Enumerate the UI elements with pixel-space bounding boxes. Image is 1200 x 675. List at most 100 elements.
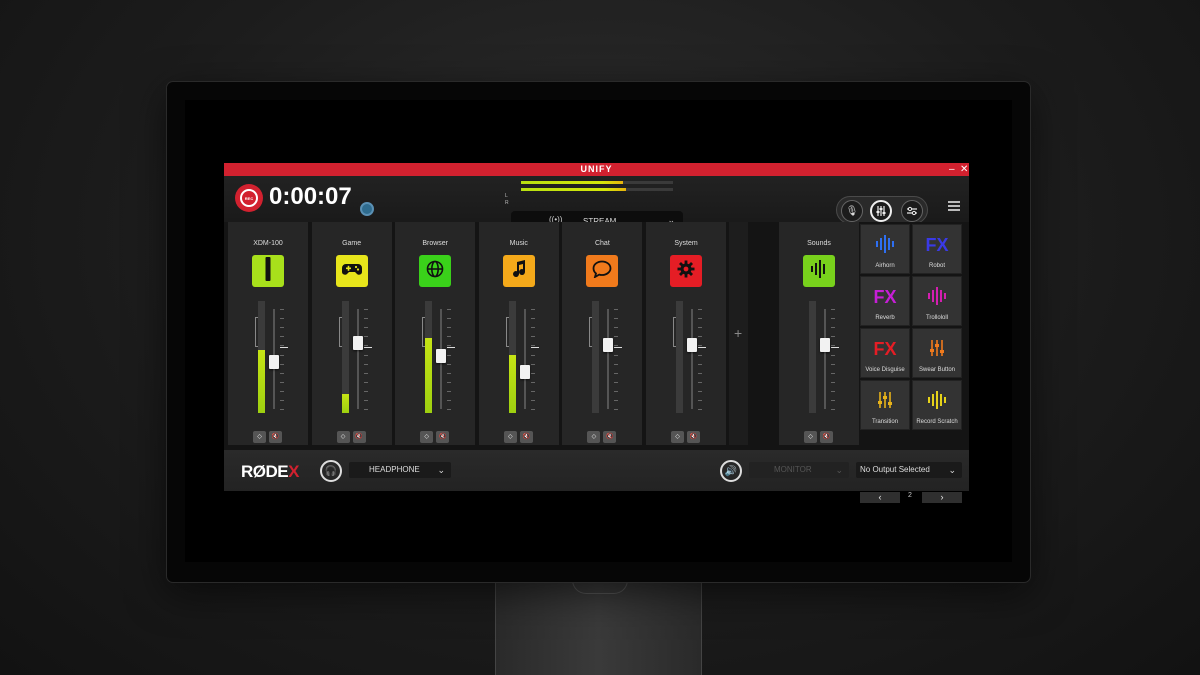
record-button[interactable]: REC	[235, 184, 263, 212]
title-bar: UNIFY – ✕	[224, 163, 969, 176]
mic-view-button[interactable]: 🎙	[841, 200, 863, 222]
channel-tag-button[interactable]: ◇	[587, 431, 601, 443]
channel-vu-meter	[508, 301, 516, 413]
settings-view-button[interactable]	[901, 200, 923, 222]
channel-fader-track[interactable]	[356, 309, 359, 409]
fader-scale	[363, 309, 370, 410]
add-channel-button[interactable]: +	[734, 325, 742, 341]
channel-source-button[interactable]	[586, 255, 619, 287]
fx-icon: FX	[873, 339, 897, 359]
headphone-mix-label: HEADPHONE	[369, 465, 420, 474]
channel-fader-area	[779, 301, 859, 413]
tag-icon: ◇	[675, 434, 680, 440]
channel-fader-knob[interactable]	[603, 338, 614, 352]
channel-source-button[interactable]	[335, 255, 368, 287]
sound-pad[interactable]: Trollololl	[912, 276, 962, 326]
fader-scale	[530, 309, 537, 410]
channel-source-button[interactable]	[419, 255, 452, 287]
status-dot-icon[interactable]	[360, 202, 374, 216]
channel-mute-button[interactable]: 🔇	[269, 431, 282, 443]
sound-pad[interactable]: Record Scratch	[912, 380, 962, 430]
channel-vu-meter	[425, 301, 433, 413]
output-meter-right	[521, 188, 673, 191]
tag-icon: ◇	[507, 434, 513, 440]
pad-icon-wrap: FX	[913, 235, 961, 256]
headphone-icon: 🎧	[324, 465, 338, 477]
channel-mute-button[interactable]: 🔇	[820, 431, 833, 443]
sound-pad[interactable]: FX Reverb	[860, 276, 910, 326]
channel-fader-knob[interactable]	[687, 338, 697, 352]
channel-fader-knob[interactable]	[269, 355, 279, 369]
channel-buttons: ◇ 🔇	[503, 425, 536, 443]
menu-button[interactable]	[948, 201, 960, 213]
tag-icon: ◇	[808, 434, 813, 440]
unity-mark	[530, 347, 539, 348]
pad-icon-wrap	[861, 235, 909, 258]
pad-page-number: 2	[908, 492, 912, 499]
channel-mute-button[interactable]: 🔇	[603, 431, 617, 443]
channel-strip-3: Music ◇ 🔇	[478, 222, 559, 445]
channel-source-button[interactable]	[670, 255, 702, 287]
fader-scale	[614, 309, 620, 410]
channel-tag-button[interactable]: ◇	[671, 431, 684, 443]
pad-icon-wrap	[913, 339, 961, 362]
tag-icon: ◇	[424, 434, 429, 440]
channel-fader-knob[interactable]	[436, 349, 447, 363]
channel-vu-meter	[592, 301, 600, 413]
tag-icon: ◇	[591, 434, 597, 440]
channel-tag-button[interactable]: ◇	[336, 431, 350, 443]
channel-mute-button[interactable]: 🔇	[687, 431, 700, 443]
channel-fader-knob[interactable]	[352, 336, 363, 350]
channel-strip-1: Game ◇ 🔇	[311, 222, 392, 445]
channel-vu-fill	[508, 355, 516, 413]
pad-prev-page-button[interactable]: ‹	[860, 492, 900, 503]
sound-pad[interactable]: Swear Button	[912, 328, 962, 378]
fader-scale	[831, 309, 837, 410]
fader-scale	[447, 309, 453, 410]
channel-fader-track[interactable]	[607, 309, 610, 409]
channel-fader-area	[646, 301, 726, 413]
headphone-mix-dropdown[interactable]: HEADPHONE ⌄	[349, 462, 451, 478]
channel-tag-button[interactable]: ◇	[804, 431, 817, 443]
monitor-output-dropdown[interactable]: No Output Selected ⌄	[856, 462, 962, 478]
pad-label: Airhorn	[875, 263, 895, 269]
sound-pad[interactable]: Transition	[860, 380, 910, 430]
monitor-mix-dropdown[interactable]: MONITOR ⌄	[749, 462, 849, 478]
mute-icon: 🔇	[438, 434, 447, 440]
sound-pad[interactable]: FX Voice Disguise	[860, 328, 910, 378]
channel-mute-button[interactable]: 🔇	[352, 431, 366, 443]
pad-next-page-button[interactable]: ›	[922, 492, 962, 503]
channel-mute-button[interactable]: 🔇	[519, 431, 533, 443]
channel-fader-track[interactable]	[691, 309, 693, 409]
pad-icon-wrap	[913, 391, 961, 414]
channel-fader-knob[interactable]	[820, 338, 830, 352]
channel-tag-button[interactable]: ◇	[420, 431, 434, 443]
unity-mark	[363, 347, 372, 348]
channel-buttons: ◇ 🔇	[420, 425, 452, 443]
channel-tag-button[interactable]: ◇	[253, 431, 266, 443]
close-button[interactable]: ✕	[960, 163, 968, 176]
pad-icon-wrap: FX	[861, 339, 909, 360]
channel-fader-area	[562, 301, 642, 413]
channel-source-button[interactable]	[252, 255, 284, 287]
channel-fader-knob[interactable]	[519, 365, 530, 379]
channel-source-button[interactable]	[803, 255, 835, 287]
speaker-mute-button[interactable]: 🔊	[720, 460, 742, 482]
sound-pad[interactable]: Airhorn	[860, 224, 910, 274]
channel-tag-button[interactable]: ◇	[503, 431, 517, 443]
minimize-button[interactable]: –	[949, 163, 955, 176]
unity-mark	[280, 347, 288, 348]
channel-fader-area	[479, 301, 559, 413]
mute-icon: 🔇	[606, 434, 614, 440]
music-note-icon	[511, 259, 527, 283]
headphone-mute-button[interactable]: 🎧	[320, 460, 342, 482]
channel-mute-button[interactable]: 🔇	[436, 431, 450, 443]
channel-source-button[interactable]	[502, 255, 535, 287]
channel-fader-track[interactable]	[824, 309, 826, 409]
sound-pad[interactable]: FX Robot	[912, 224, 962, 274]
mixer-view-button[interactable]	[870, 200, 892, 222]
channel-buttons: ◇ 🔇	[336, 425, 369, 443]
channel-name: XDM-100	[253, 240, 283, 247]
channel-vu-meter	[809, 301, 816, 413]
channel-fader-track[interactable]	[523, 309, 526, 409]
